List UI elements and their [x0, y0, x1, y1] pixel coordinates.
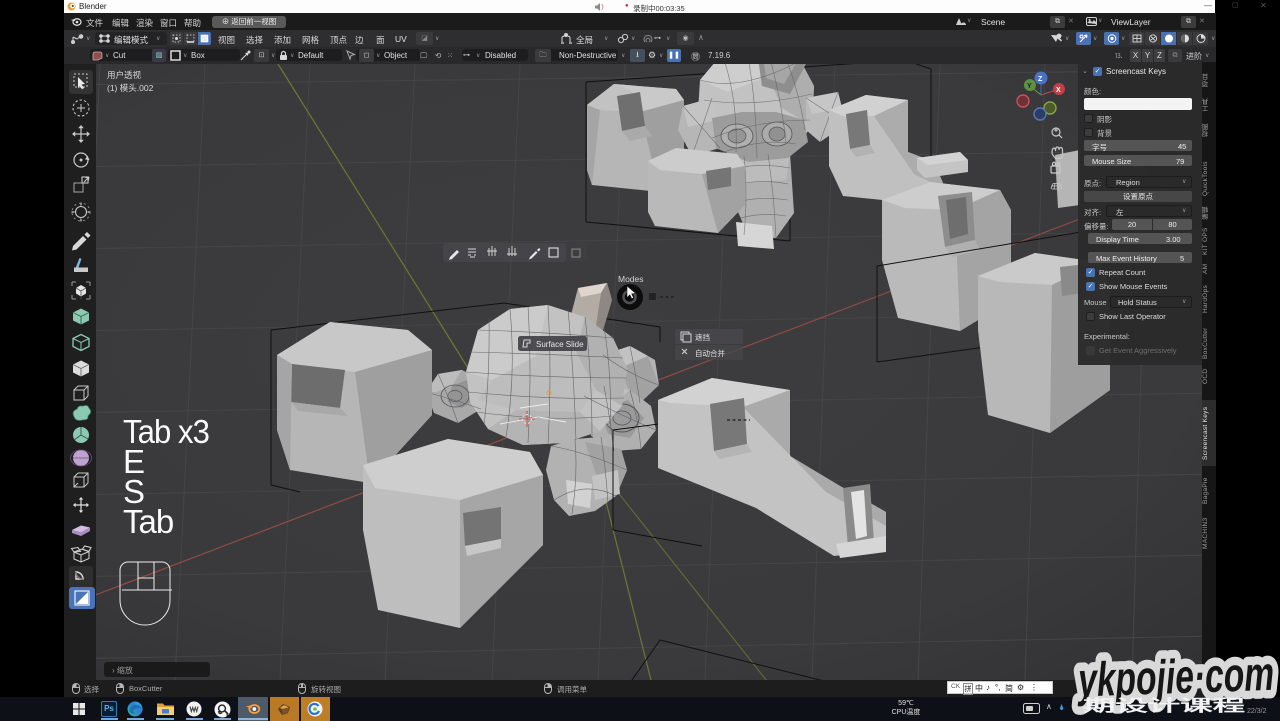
svg-text:› 缩放: › 缩放: [112, 665, 133, 675]
svg-text:用户透视: 用户透视: [107, 70, 142, 80]
svg-text:期设计课程: 期设计课程: [1083, 696, 1245, 715]
svg-text:Modes: Modes: [618, 274, 644, 284]
svg-text:(1) 模头.002: (1) 模头.002: [107, 83, 154, 93]
svg-text:自动合并: 自动合并: [695, 348, 725, 358]
svg-text:X: X: [1056, 87, 1061, 94]
svg-text:Z: Z: [1038, 76, 1043, 83]
svg-text:Tab: Tab: [123, 503, 173, 540]
svg-text:Y: Y: [1027, 83, 1032, 90]
svg-text:遮挡: 遮挡: [695, 332, 710, 342]
svg-text:Surface Slide: Surface Slide: [536, 340, 584, 349]
